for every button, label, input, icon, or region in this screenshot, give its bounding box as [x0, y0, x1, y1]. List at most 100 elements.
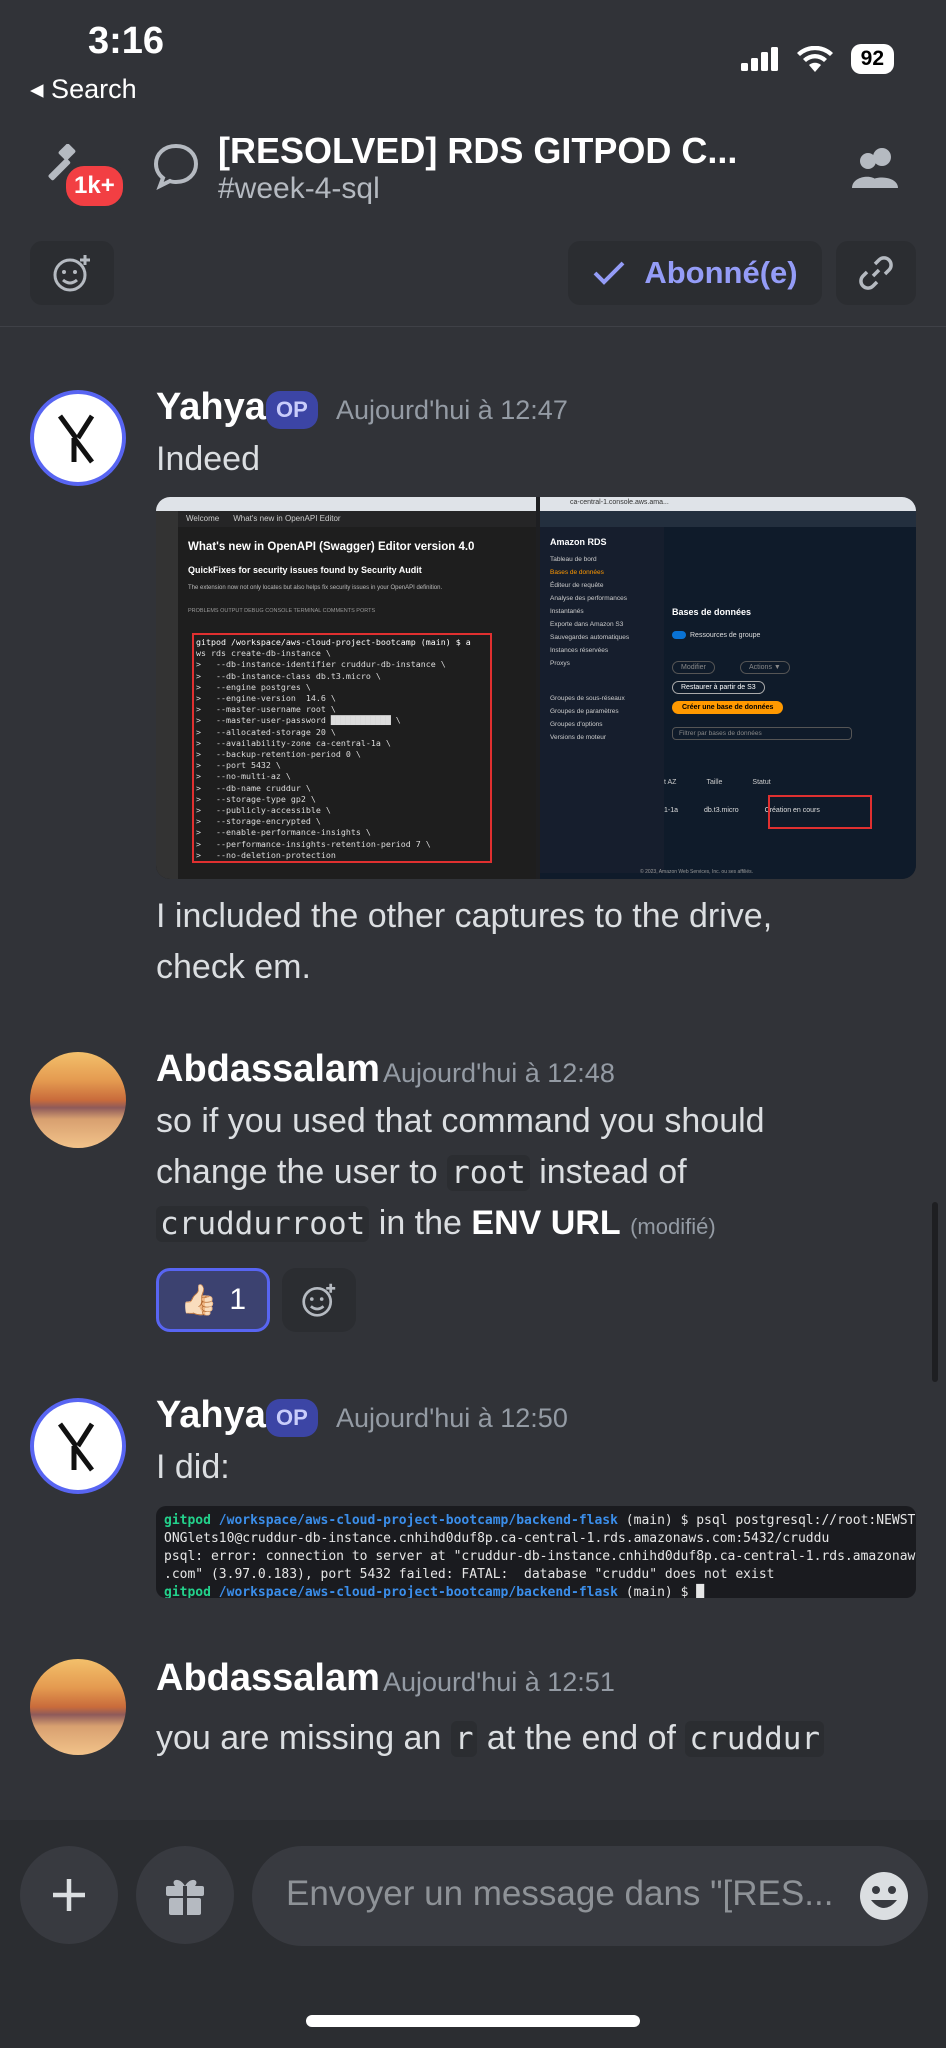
scrollbar[interactable] [932, 1202, 938, 1382]
edited-label: (modifié) [630, 1214, 716, 1239]
message-timestamp: Aujourd'hui à 12:47 [336, 395, 568, 425]
rds-restore-btn: Restaurer à partir de S3 [672, 681, 765, 694]
thread-icon [153, 143, 199, 190]
terminal-line: > --no-multi-az \ [196, 771, 291, 782]
avatar-yahya[interactable] [30, 1398, 126, 1494]
rds-section-title: Bases de données [672, 607, 752, 617]
terminal-line: > --performance-insights-retention-perio… [196, 838, 431, 849]
col-size: Taille [706, 779, 723, 786]
rds-modify-btn: Modifier [672, 661, 715, 674]
terminal-line: gitpod /workspace/aws-cloud-project-boot… [196, 637, 471, 647]
author-name[interactable]: Yahya [156, 1394, 266, 1437]
reaction-thumbs-up[interactable]: 👍🏻 1 [156, 1268, 270, 1332]
text-segment: at the end of [477, 1719, 686, 1757]
add-reaction-button[interactable] [30, 241, 114, 305]
message-text-line: I included the other captures to the dri… [156, 897, 773, 935]
rds-sidebar: Amazon RDS Tableau de bord Bases de donné… [540, 527, 664, 873]
terminal-line: > --no-deletion-protection [196, 849, 336, 860]
vscode-screenshot: Welcome What's new in OpenAPI Editor Wha… [156, 497, 536, 879]
avatar-yahya[interactable] [30, 390, 126, 486]
editor-subheading: QuickFixes for security issues found by … [188, 565, 422, 575]
avatar-logo-icon [57, 1422, 95, 1472]
cellular-signal-icon [740, 47, 778, 71]
terminal-line: > --availability-zone ca-central-1a \ [196, 737, 391, 748]
message-text: Indeed [156, 440, 260, 478]
author-name[interactable]: Yahya [156, 386, 266, 429]
rds-create-btn: Créer une base de données [672, 701, 784, 714]
row-az: 1-1a [664, 807, 679, 814]
panel-tabs: PROBLEMS OUTPUT DEBUG CONSOLE TERMINAL C… [188, 608, 376, 614]
rds-sidebar-item: Instances réservées [550, 647, 609, 654]
term-text: (main) $ █ [617, 1585, 705, 1598]
col-az: t AZ [664, 779, 677, 786]
status-highlight-box [768, 795, 872, 829]
attached-screenshot[interactable]: Welcome What's new in OpenAPI Editor Wha… [156, 497, 916, 879]
rds-sidebar-item: Groupes de paramètres [550, 708, 619, 715]
rds-sidebar-item: Sauvegardes automatiques [550, 634, 630, 641]
author-name[interactable]: Abdassalam [156, 1048, 380, 1091]
plus-icon [53, 1879, 85, 1911]
inline-code: cruddurroot [156, 1206, 370, 1242]
avatar-abdassalam[interactable] [30, 1659, 126, 1755]
browser-bar [156, 497, 536, 511]
attached-terminal-screenshot[interactable]: gitpod /workspace/aws-cloud-project-boot… [156, 1506, 916, 1598]
message-input[interactable]: Envoyer un message dans "[RES... [252, 1846, 928, 1946]
toggle-label: Ressources de groupe [690, 631, 761, 639]
message-text-line: change the user to root instead of [156, 1147, 687, 1199]
back-to-search-link[interactable]: ◂ Search [30, 74, 137, 105]
aws-topbar [540, 511, 916, 527]
message-text: I did: [156, 1448, 230, 1486]
terminal-line: > --master-user-password ████████████ \ [196, 715, 401, 726]
avatar-abdassalam[interactable] [30, 1052, 126, 1148]
members-icon[interactable] [850, 142, 902, 194]
tab-whats-new: What's new in OpenAPI Editor [233, 514, 341, 523]
rds-sidebar-item: Exporte dans Amazon S3 [550, 621, 624, 628]
op-badge: OP [266, 391, 318, 429]
editor-tabs: Welcome What's new in OpenAPI Editor [156, 511, 536, 527]
terminal-line: > --master-username root \ [196, 704, 336, 715]
inline-code: r [450, 1721, 478, 1757]
message-text-line: check em. [156, 948, 311, 986]
text-segment: in the [369, 1204, 472, 1242]
system-icons: 92 [740, 44, 894, 74]
thread-title: [RESOLVED] RDS GITPOD C... [218, 130, 738, 171]
terminal-line: > --db-instance-class db.t3.micro \ [196, 670, 381, 681]
rds-sidebar-item: Groupes d'options [550, 721, 603, 728]
notification-badge: 1k+ [62, 162, 127, 210]
term-prompt: gitpod [164, 1585, 211, 1598]
thumbs-up-icon: 👍🏻 [179, 1283, 218, 1317]
copy-link-button[interactable] [836, 241, 916, 305]
inline-code: root [447, 1155, 530, 1191]
follow-label: Abonné(e) [644, 255, 798, 290]
rds-sidebar-item: Versions de moteur [550, 734, 607, 741]
follow-button[interactable]: Abonné(e) [568, 241, 822, 305]
clock: 3:16 [88, 20, 165, 62]
rds-table-header: t AZ Taille Statut [664, 779, 771, 786]
row-size: db.t3.micro [704, 807, 739, 814]
aws-url: ca-central-1.console.aws.ama... [540, 497, 916, 511]
channel-name[interactable]: #week-4-sql [218, 172, 380, 206]
rds-actions-btn: Actions ▼ [740, 661, 790, 674]
terminal-line: > --engine-version 14.6 \ [196, 693, 336, 704]
author-name[interactable]: Abdassalam [156, 1657, 380, 1700]
battery-indicator: 92 [850, 44, 894, 74]
term-text: .com" (3.97.0.183), port 5432 failed: FA… [164, 1567, 775, 1582]
gift-button[interactable] [136, 1846, 234, 1944]
emoji-add-icon [53, 255, 90, 292]
terminal-line: > --allocated-storage 20 \ [196, 726, 336, 737]
rds-sidebar-items: Tableau de bord Bases de données Éditeur d… [540, 553, 664, 744]
text-segment: change the user to [156, 1153, 448, 1191]
terminal-line: > --backup-retention-period 0 \ [196, 749, 361, 760]
emoji-picker-icon[interactable] [858, 1870, 910, 1922]
rds-sidebar-item: Groupes de sous-réseaux [550, 695, 625, 702]
term-path: /workspace/aws-cloud-project-bootcamp/ba… [210, 1585, 618, 1598]
terminal-line: > --db-name cruddur \ [196, 782, 311, 793]
terminal-line: > --publicly-accessible \ [196, 805, 331, 816]
rds-filter: Filtrer par bases de données [672, 727, 852, 740]
add-reaction-button[interactable] [282, 1268, 356, 1332]
attach-button[interactable] [20, 1846, 118, 1944]
term-text: ONGlets10@cruddur-db-instance.cnhihd0duf… [164, 1531, 830, 1546]
rds-sidebar-item: Éditeur de requête [550, 582, 604, 589]
editor-desc: The extension now not only locates but a… [188, 585, 443, 591]
gift-icon [166, 1879, 204, 1915]
